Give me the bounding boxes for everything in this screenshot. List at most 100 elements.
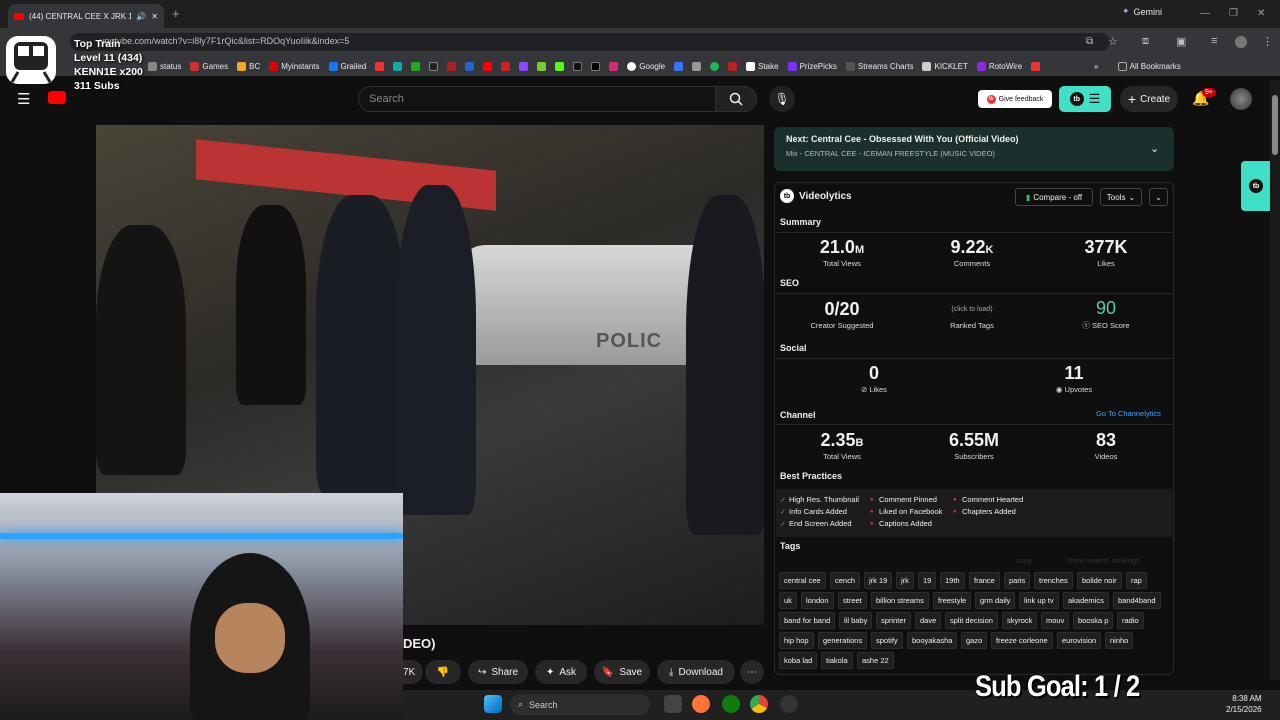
bookmark-icon[interactable] xyxy=(501,61,511,71)
install-icon[interactable]: ⧉ xyxy=(1086,36,1093,47)
bookmark-star-icon[interactable]: ☆ xyxy=(1108,35,1118,48)
bookmark-icon[interactable] xyxy=(411,61,421,71)
chevron-down-icon[interactable]: ⌄ xyxy=(1150,142,1159,155)
tag-chip[interactable]: sprinter xyxy=(876,612,912,629)
browser-tab[interactable]: (44) CENTRAL CEE X JRK 19 🔊 ✕ xyxy=(8,4,164,28)
chrome-icon[interactable] xyxy=(750,695,768,713)
all-bookmarks[interactable]: All Bookmarks xyxy=(1117,61,1181,71)
task-view-icon[interactable] xyxy=(664,695,682,713)
tag-chip[interactable]: bolide noir xyxy=(1077,572,1122,589)
videolytics-more-button[interactable]: ⌄ xyxy=(1149,188,1168,206)
tag-chip[interactable]: booyakasha xyxy=(907,632,958,649)
bookmark-icon[interactable] xyxy=(465,61,475,71)
tag-chip[interactable]: grm daily xyxy=(975,592,1016,609)
tag-chip[interactable]: street xyxy=(838,592,867,609)
tag-chip[interactable]: koba lad xyxy=(779,652,818,669)
speaker-icon[interactable]: 🔊 xyxy=(136,12,146,21)
compare-button[interactable]: ▮ Compare - off xyxy=(1015,188,1093,206)
bookmark-grailed[interactable]: Grailed xyxy=(328,61,366,71)
bookmark-stake[interactable]: Stake xyxy=(746,61,779,71)
close-window-icon[interactable]: ✕ xyxy=(1257,8,1265,19)
new-tab-button[interactable]: + xyxy=(172,6,180,21)
search-input[interactable]: Search xyxy=(358,86,716,112)
address-bar[interactable]: youtube.com/watch?v=i8ly7F1rQic&list=RDO… xyxy=(70,33,1110,51)
tag-chip[interactable]: gazo xyxy=(961,632,988,649)
tag-chip[interactable]: ninho xyxy=(1105,632,1134,649)
tag-chip[interactable]: freestyle xyxy=(933,592,972,609)
tag-chip[interactable]: band4band xyxy=(1113,592,1161,609)
profile-avatar[interactable] xyxy=(1235,36,1247,48)
bookmark-icon[interactable] xyxy=(429,61,439,71)
tag-chip[interactable]: mouv xyxy=(1041,612,1070,629)
tag-chip[interactable]: split decision xyxy=(945,612,998,629)
bookmark-icon[interactable] xyxy=(728,61,738,71)
bookmark-kick-icon[interactable] xyxy=(555,61,565,71)
tag-chip[interactable]: freeze corleone xyxy=(991,632,1053,649)
bookmark-icon[interactable] xyxy=(447,61,457,71)
tag-chip[interactable]: booska p xyxy=(1073,612,1114,629)
tag-chip[interactable]: rap xyxy=(1126,572,1147,589)
more-bookmarks-icon[interactable]: » xyxy=(1094,62,1098,71)
bookmark-spotify-icon[interactable] xyxy=(710,61,720,71)
gemini-button[interactable]: ✦ Gemini xyxy=(1122,6,1162,17)
tag-chip[interactable]: link up tv xyxy=(1019,592,1059,609)
bookmark-bc[interactable]: BC xyxy=(237,61,260,71)
bookmark-rumble-icon[interactable] xyxy=(537,61,547,71)
tag-chip[interactable]: skyrock xyxy=(1002,612,1038,629)
bookmark-tiktok-icon[interactable] xyxy=(573,61,583,71)
tag-chip[interactable]: radio xyxy=(1117,612,1144,629)
hamburger-menu-icon[interactable]: ☰ xyxy=(17,90,30,108)
xbox-icon[interactable] xyxy=(722,695,740,713)
share-button[interactable]: ↪ Share xyxy=(468,660,528,684)
tag-chip[interactable]: trenches xyxy=(1034,572,1073,589)
tag-chip[interactable]: france xyxy=(969,572,1000,589)
tag-chip[interactable]: billion streams xyxy=(871,592,929,609)
tag-chip[interactable]: lil baby xyxy=(839,612,873,629)
tag-chip[interactable]: spotify xyxy=(871,632,903,649)
sidepanel-icon[interactable]: ▣ xyxy=(1176,35,1186,48)
tag-chip[interactable]: eurovision xyxy=(1057,632,1102,649)
bookmark-icon[interactable] xyxy=(1031,61,1041,71)
videolytics-menu-button[interactable]: tb ☰ xyxy=(1059,86,1111,112)
tag-chip[interactable]: dave xyxy=(915,612,942,629)
ask-button[interactable]: ✦ Ask xyxy=(535,660,587,684)
tag-chip[interactable]: tiakola xyxy=(821,652,853,669)
tag-chip[interactable]: london xyxy=(801,592,834,609)
menu-icon[interactable]: ⋮ xyxy=(1262,35,1273,48)
like-button[interactable]: 7K xyxy=(403,660,423,684)
create-button[interactable]: + Create xyxy=(1120,86,1178,112)
maximize-icon[interactable]: ❐ xyxy=(1229,8,1238,19)
extensions-icon[interactable]: ⧈ xyxy=(1142,35,1149,48)
close-tab-icon[interactable]: ✕ xyxy=(151,12,158,21)
tag-chip[interactable]: hip hop xyxy=(779,632,814,649)
bookmark-icon[interactable] xyxy=(393,61,403,71)
next-video-panel[interactable]: Next: Central Cee - Obsessed With You (O… xyxy=(774,127,1174,171)
page-scrollbar[interactable] xyxy=(1270,80,1280,680)
tag-chip[interactable]: ashe 22 xyxy=(857,652,894,669)
copy-tags-button[interactable]: copy xyxy=(1016,556,1032,565)
bookmark-games[interactable]: Games xyxy=(190,61,228,71)
bookmark-icon[interactable] xyxy=(375,61,385,71)
bookmark-kicklet[interactable]: KICKLET xyxy=(922,61,968,71)
tag-chip[interactable]: central cee xyxy=(779,572,826,589)
tag-chip[interactable]: cench xyxy=(830,572,861,589)
windows-start-icon[interactable] xyxy=(484,695,502,713)
give-feedback-button[interactable]: tb Give feedback xyxy=(978,90,1052,108)
bookmark-rotowire[interactable]: RotoWire xyxy=(976,61,1022,71)
tag-chip[interactable]: 19 xyxy=(918,572,937,589)
download-button[interactable]: ⤓ Download xyxy=(657,660,735,684)
tag-chip[interactable]: jrk 19 xyxy=(864,572,893,589)
taskbar-search[interactable]: ⌕ Search xyxy=(510,694,650,715)
bookmark-twitch-icon[interactable] xyxy=(519,61,529,71)
bookmark-icon[interactable] xyxy=(483,61,493,71)
dislike-button[interactable]: 👎 xyxy=(425,660,461,684)
bookmark-status[interactable]: status xyxy=(148,61,181,71)
youtube-logo[interactable] xyxy=(48,91,66,104)
tag-chip[interactable]: 19th xyxy=(940,572,965,589)
bookmark-google[interactable]: Google xyxy=(627,61,665,71)
scrollbar-thumb[interactable] xyxy=(1272,95,1278,155)
bookmark-icon[interactable] xyxy=(674,61,684,71)
stat-ranked-tags[interactable]: (click to load) Ranked Tags xyxy=(906,305,1038,330)
save-button[interactable]: 🔖 Save xyxy=(594,660,650,684)
bookmark-instagram-icon[interactable] xyxy=(609,61,619,71)
